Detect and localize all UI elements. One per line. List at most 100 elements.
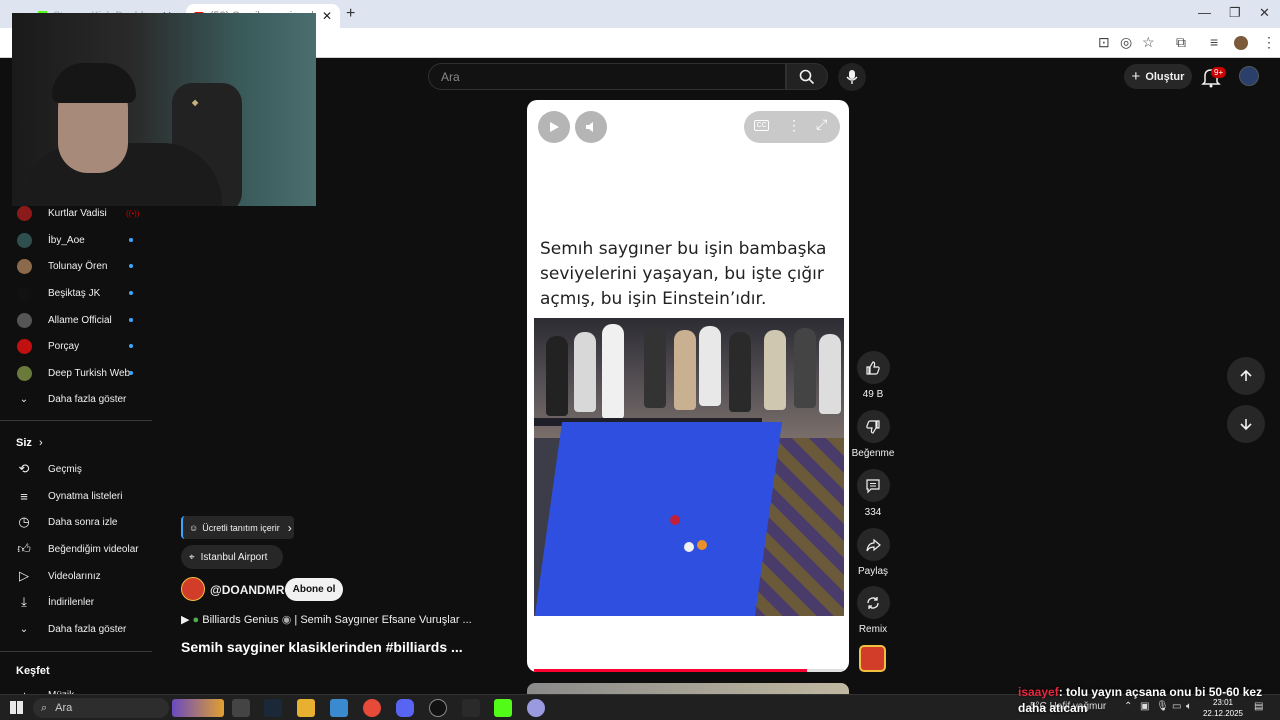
task-view-icon[interactable] bbox=[232, 699, 250, 717]
new-tab-icon[interactable]: + bbox=[346, 5, 355, 23]
share-action[interactable]: Paylaş bbox=[856, 528, 890, 577]
spectator bbox=[574, 332, 596, 412]
sidebar-subscription[interactable]: Deep Turkish Web bbox=[16, 362, 152, 384]
share-label: Paylaş bbox=[857, 566, 888, 577]
chevron-down-icon: ⌄ bbox=[19, 623, 29, 635]
eye-off-icon[interactable]: ◎ bbox=[1120, 34, 1132, 51]
sidebar-subscription[interactable]: Porçay bbox=[16, 335, 152, 357]
new-content-dot bbox=[129, 264, 133, 268]
profile-avatar[interactable] bbox=[1234, 36, 1248, 50]
paid-promotion-badge[interactable]: ☺ Ücretli tanıtım içerir › bbox=[181, 516, 294, 539]
sidebar-item-label: Allame Official bbox=[48, 314, 112, 326]
kick-icon[interactable] bbox=[494, 699, 512, 717]
like-icon: 👍︎ bbox=[17, 541, 31, 556]
comments-action[interactable]: 334 bbox=[856, 469, 890, 518]
discord-icon[interactable] bbox=[396, 699, 414, 717]
like-button[interactable] bbox=[856, 351, 890, 384]
bookmark-star-icon[interactable]: ☆ bbox=[1142, 34, 1155, 51]
shorts-player[interactable]: CC ⋮ ⤢ Semıh saygıner bu işin bambaşka s… bbox=[527, 100, 849, 672]
file-explorer-icon[interactable] bbox=[297, 699, 315, 717]
music-info[interactable]: ▶ ● Billiards Genius ◉ | Semih Saygıner … bbox=[181, 613, 472, 626]
extensions-icon[interactable]: ⧉ bbox=[1176, 34, 1186, 51]
dislike-action[interactable]: Beğenme bbox=[852, 410, 894, 459]
channel-avatar bbox=[16, 338, 32, 354]
restore-icon[interactable]: ❐ bbox=[1229, 5, 1241, 21]
captions-icon[interactable]: CC bbox=[754, 120, 769, 131]
show-more-you[interactable]: ⌄ Daha fazla göster bbox=[16, 618, 152, 640]
sidebar-item-watch-later[interactable]: ◷ Daha sonra izle bbox=[16, 511, 152, 533]
sidebar-item-download[interactable]: ⤓ İndirilenler bbox=[16, 591, 152, 613]
chevron-right-icon: › bbox=[287, 520, 292, 535]
show-more-subscriptions[interactable]: ⌄ Daha fazla göster bbox=[16, 388, 152, 410]
sidebar-item-playlists[interactable]: ≡ Oynatma listeleri bbox=[16, 485, 152, 507]
sidebar-subscription[interactable]: İby_Aoe bbox=[16, 229, 152, 251]
sidebar-subscription[interactable]: Tolunay Ören bbox=[16, 255, 152, 277]
app-icon[interactable] bbox=[527, 699, 545, 717]
progress-bar[interactable] bbox=[534, 669, 844, 672]
sidebar-item-label: Beğendiğim videolar bbox=[48, 543, 139, 555]
chat-username: isaayef bbox=[1018, 685, 1059, 699]
comments-button[interactable] bbox=[856, 469, 890, 502]
search-button[interactable] bbox=[786, 63, 828, 90]
obs-icon[interactable] bbox=[429, 699, 447, 717]
remix-action[interactable]: Remix bbox=[856, 586, 890, 635]
windows-start-icon[interactable] bbox=[10, 701, 23, 714]
stream-chat-message: isaayef: tolu yayın açsana onu bi 50-60 … bbox=[1018, 684, 1273, 716]
sidebar-item-history[interactable]: ⟲ Geçmiş bbox=[16, 458, 152, 480]
subscribe-button[interactable]: Abone ol bbox=[285, 578, 343, 601]
sidebar-item-your-videos[interactable]: ▷ Videolarınız bbox=[16, 565, 152, 587]
account-avatar[interactable] bbox=[1239, 66, 1259, 86]
avatar bbox=[16, 285, 32, 301]
sidebar-item-label: Geçmiş bbox=[48, 463, 82, 475]
minimize-icon[interactable]: — bbox=[1198, 5, 1211, 20]
channel-name[interactable]: @DOANDMRC bbox=[210, 583, 293, 597]
spectator bbox=[602, 324, 624, 419]
search-input[interactable]: Ara bbox=[428, 63, 786, 90]
channel-avatar[interactable] bbox=[181, 577, 205, 601]
spectator bbox=[546, 336, 568, 416]
chrome-icon[interactable] bbox=[363, 699, 381, 717]
install-icon[interactable]: ⊡ bbox=[1098, 34, 1110, 51]
store-icon[interactable] bbox=[330, 699, 348, 717]
voice-search-button[interactable] bbox=[838, 63, 866, 91]
epic-games-icon[interactable] bbox=[462, 699, 480, 717]
sidebar-item-label: Beşiktaş JK bbox=[48, 287, 101, 299]
play-icon bbox=[550, 122, 559, 132]
you-section-heading[interactable]: Siz › bbox=[16, 437, 43, 449]
sound-thumbnail[interactable] bbox=[859, 645, 886, 672]
like-action[interactable]: 49 B bbox=[856, 351, 890, 400]
browser-menu-icon[interactable]: ⋮ bbox=[1262, 34, 1276, 51]
chevron-down-icon: ⌄ bbox=[19, 393, 29, 405]
sidebar-item-like[interactable]: 👍︎ Beğendiğim videolar bbox=[16, 538, 152, 560]
remix-label: Remix bbox=[858, 624, 888, 635]
next-short-button[interactable] bbox=[1227, 405, 1265, 443]
microphone-icon bbox=[846, 70, 858, 84]
close-icon[interactable]: ✕ bbox=[322, 9, 332, 23]
sidebar-divider bbox=[0, 651, 152, 652]
play-button[interactable] bbox=[538, 111, 570, 143]
steam-icon[interactable] bbox=[264, 699, 282, 717]
spectator bbox=[674, 330, 696, 410]
dislike-label: Beğenme bbox=[851, 448, 895, 459]
share-button[interactable] bbox=[856, 528, 890, 561]
location-chip[interactable]: ⌖ Istanbul Airport bbox=[181, 545, 283, 569]
search-icon bbox=[799, 69, 815, 84]
volume-button[interactable] bbox=[575, 111, 607, 143]
dislike-button[interactable] bbox=[856, 410, 890, 443]
create-button[interactable]: + Oluştur bbox=[1124, 64, 1192, 89]
sidebar-item-label: Tolunay Ören bbox=[48, 260, 108, 272]
widgets-icon[interactable] bbox=[172, 699, 224, 717]
avatar bbox=[16, 258, 32, 274]
media-icon[interactable]: ≡ bbox=[1210, 34, 1218, 50]
window-close-icon[interactable]: ✕ bbox=[1259, 5, 1270, 21]
sidebar-subscription[interactable]: Allame Official bbox=[16, 309, 152, 331]
remix-button[interactable] bbox=[856, 586, 890, 619]
short-title[interactable]: Semih sayginer klasiklerinden #billiards… bbox=[181, 639, 463, 655]
taskbar-search[interactable]: ⌕ Ara bbox=[33, 698, 169, 718]
sidebar-subscription[interactable]: Beşiktaş JK bbox=[16, 282, 152, 304]
fullscreen-icon[interactable]: ⤢ bbox=[816, 116, 827, 133]
more-options-icon[interactable]: ⋮ bbox=[787, 117, 801, 134]
previous-short-button[interactable] bbox=[1227, 357, 1265, 395]
new-content-dot bbox=[129, 344, 133, 348]
history-icon: ⟲ bbox=[18, 461, 30, 476]
